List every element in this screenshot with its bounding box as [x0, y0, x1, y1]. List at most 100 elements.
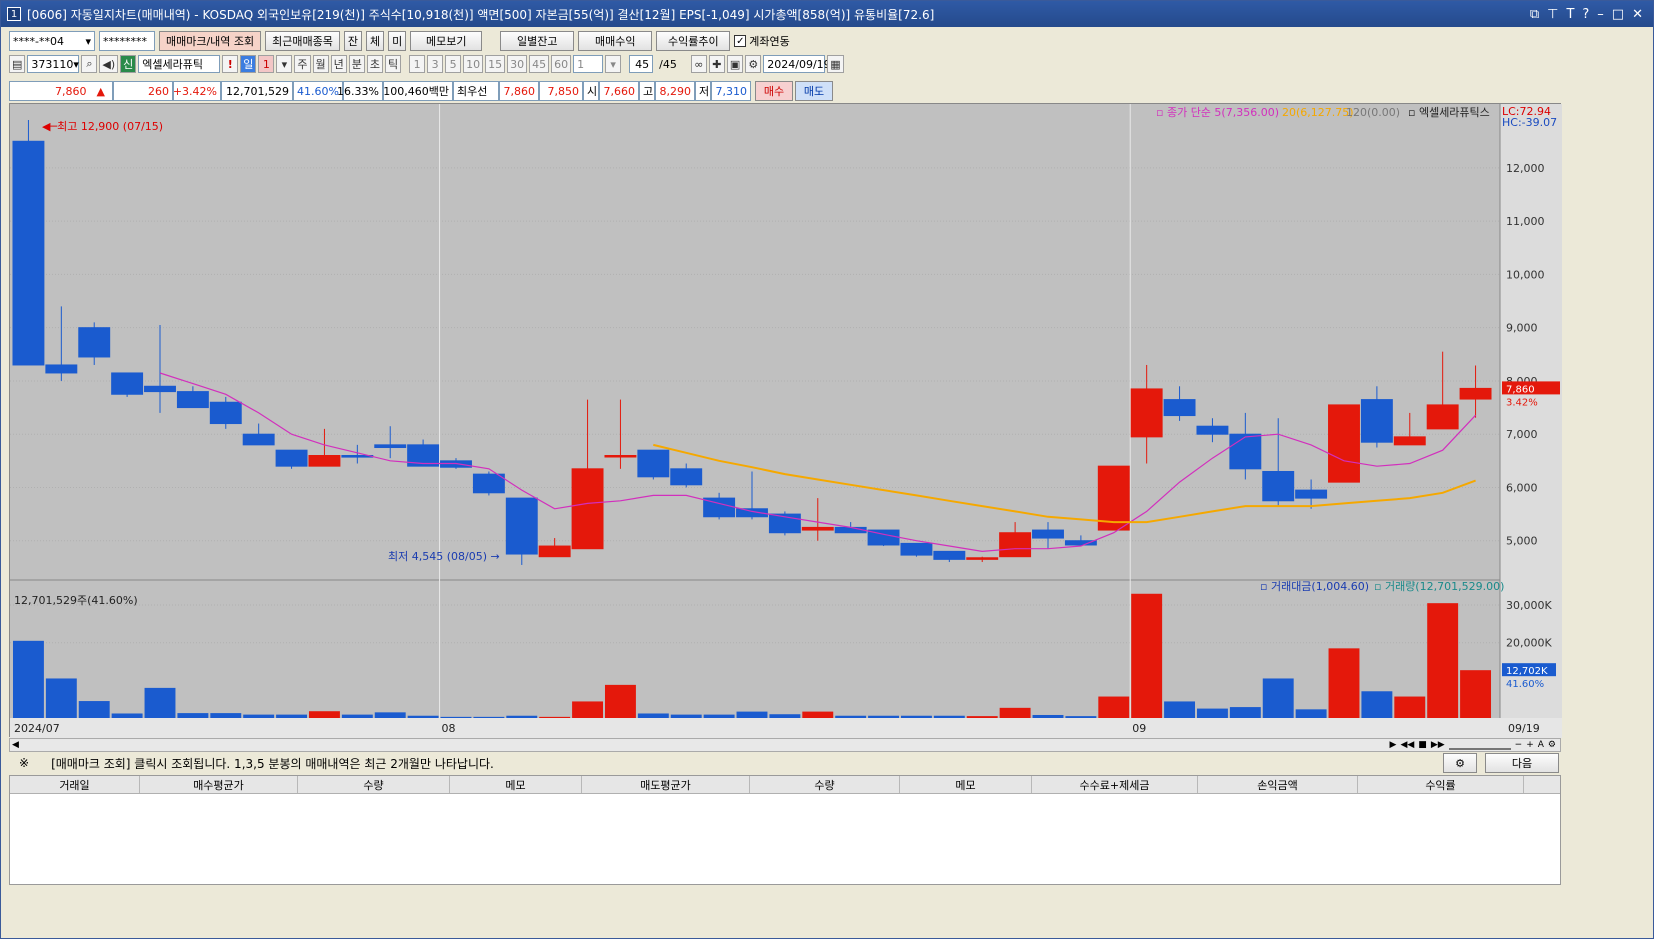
period-day[interactable]: 일 [240, 55, 257, 73]
price-chart[interactable]: 12,00011,00010,0009,0008,0007,0006,0005,… [10, 104, 1562, 738]
memo-view-button[interactable]: 메모보기 [410, 31, 483, 51]
period-tick[interactable]: 틱 [385, 55, 402, 73]
candle-body [933, 550, 966, 560]
min-45[interactable]: 45 [529, 55, 550, 73]
volume-bar [1328, 648, 1360, 718]
chart-scroll-bar[interactable]: ◀ ▶ ◀◀ ■ ▶▶ − + A ⚙ [9, 738, 1561, 752]
font-icon[interactable]: A [1538, 740, 1544, 750]
col-sell-qty: 수량 [750, 776, 900, 793]
code-input[interactable]: 373110 ▾ [27, 55, 80, 73]
stop-icon[interactable]: ■ [1418, 740, 1427, 750]
daily-balance-button[interactable]: 일별잔고 [500, 31, 575, 51]
buy-button[interactable]: 매수 [755, 81, 793, 101]
period-year[interactable]: 년 [330, 55, 347, 73]
info-button[interactable]: ! [222, 55, 239, 73]
candle-body [1295, 489, 1328, 499]
min-3[interactable]: 3 [427, 55, 444, 73]
minimize-icon[interactable]: – [1597, 7, 1604, 22]
col-sell-memo: 메모 [900, 776, 1032, 793]
date-field[interactable]: 2024/09/19 [763, 55, 831, 73]
change-rate: +3.42% [173, 81, 221, 101]
volume-bar [506, 715, 538, 718]
note-text: [매매마크 조회] 클릭시 조회됩니다. 1,3,5 분봉의 매매내역은 최근 … [51, 756, 494, 771]
profit-trend-button[interactable]: 수익률추이 [656, 31, 731, 51]
chain-icon[interactable]: ∞ [690, 55, 707, 73]
next-button[interactable]: 다음 [1485, 753, 1559, 773]
close-icon[interactable]: ✕ [1632, 7, 1643, 22]
min-15[interactable]: 15 [485, 55, 506, 73]
min-1[interactable]: 1 [409, 55, 426, 73]
candle-body [1328, 404, 1360, 483]
account-select[interactable]: ****-**04 ▾ [9, 31, 95, 51]
layout-icon[interactable]: ▤ [9, 55, 26, 73]
volume-bar [276, 714, 308, 718]
password-field[interactable]: ******** [99, 31, 155, 51]
window-number[interactable]: 1 [7, 7, 21, 21]
chevron-down-icon[interactable]: ▾ [85, 35, 91, 48]
volume-bar [670, 714, 702, 718]
text-icon[interactable]: T [1566, 7, 1574, 22]
price-pane [10, 104, 1562, 578]
scroll-left-icon[interactable]: ◀ [10, 740, 19, 750]
unfilled-button[interactable]: 미 [388, 31, 407, 51]
gear-icon[interactable]: ⚙ [745, 55, 762, 73]
speaker-icon[interactable]: ◀) [99, 55, 119, 73]
zoom-in-icon[interactable]: + [1526, 740, 1534, 750]
period-minute[interactable]: 분 [348, 55, 365, 73]
chevron-down-icon[interactable]: ▾ [276, 55, 293, 73]
settings-icon[interactable]: ⚙ [1548, 740, 1556, 750]
min-5[interactable]: 5 [445, 55, 462, 73]
volume-bar [999, 707, 1031, 718]
link-icon[interactable]: ⧉ [1530, 7, 1539, 22]
volume-tick-label: 30,000K [1506, 599, 1552, 612]
x-tick-label: 08 [442, 722, 456, 735]
crosshair-icon[interactable]: ✚ [708, 55, 725, 73]
count-field[interactable]: 45 [629, 55, 654, 73]
help-icon[interactable]: ? [1582, 7, 1589, 22]
gear-icon[interactable]: ⚙ [1443, 753, 1477, 773]
x-end-label: 09/19 [1508, 722, 1540, 735]
volume-bar [1262, 678, 1294, 718]
play-next-icon[interactable]: ▶ [1390, 740, 1397, 750]
volume-bar [835, 715, 867, 718]
execution-button[interactable]: 체 [366, 31, 385, 51]
candle-body [801, 526, 834, 531]
min-10[interactable]: 10 [463, 55, 484, 73]
candle-body [1360, 399, 1393, 443]
candle-body [111, 372, 144, 395]
save-icon[interactable]: ▣ [726, 55, 744, 73]
volume-tag-text: 12,702K [1506, 666, 1548, 677]
multiplier-field[interactable]: 1 [573, 55, 604, 73]
calendar-icon[interactable]: ▦ [827, 55, 844, 73]
period-second[interactable]: 초 [366, 55, 384, 73]
search-icon[interactable]: ⌕ [81, 55, 98, 73]
maximize-icon[interactable]: □ [1612, 7, 1624, 22]
account-link-checkbox[interactable]: ✓ 계좌연동 [734, 33, 790, 49]
speed-slider[interactable] [1448, 740, 1511, 750]
min-30[interactable]: 30 [507, 55, 528, 73]
check-icon[interactable]: ✓ [734, 35, 747, 47]
period-week[interactable]: 주 [294, 55, 311, 73]
chevron-down-icon[interactable]: ▾ [605, 55, 622, 73]
stock-name-field[interactable]: 엑셀세라퓨틱 [138, 55, 221, 73]
best-label: 최우선 [453, 81, 499, 101]
balance-button[interactable]: 잔 [343, 31, 363, 51]
period-month[interactable]: 월 [312, 55, 329, 73]
trade-mark-button[interactable]: 매매마크/내역 조회 [159, 31, 262, 51]
rewind-icon[interactable]: ◀◀ [1400, 740, 1414, 750]
volume-bar [407, 715, 439, 718]
current-price: 7,860 [55, 84, 87, 98]
volume-bar [1460, 670, 1492, 718]
chart-panel[interactable]: 12,00011,00010,0009,0008,0007,0006,0005,… [9, 103, 1562, 738]
recent-items-button[interactable]: 최근매매종목 [265, 31, 340, 51]
zoom-out-icon[interactable]: − [1515, 740, 1523, 750]
sell-button[interactable]: 매도 [795, 81, 833, 101]
period-mult[interactable]: 1 [258, 55, 275, 73]
chart-tools: ▶ ◀◀ ■ ▶▶ − + A ⚙ [1390, 740, 1560, 750]
min-60[interactable]: 60 [551, 55, 572, 73]
forward-icon[interactable]: ▶▶ [1431, 740, 1445, 750]
trade-profit-button[interactable]: 매매수익 [578, 31, 653, 51]
quote-bar: 7,860 ▲ 260 +3.42% 12,701,529 41.60% 16.… [9, 81, 833, 101]
chevron-down-icon[interactable]: ▾ [73, 58, 79, 71]
pin-icon[interactable]: ⊤ [1547, 7, 1558, 22]
